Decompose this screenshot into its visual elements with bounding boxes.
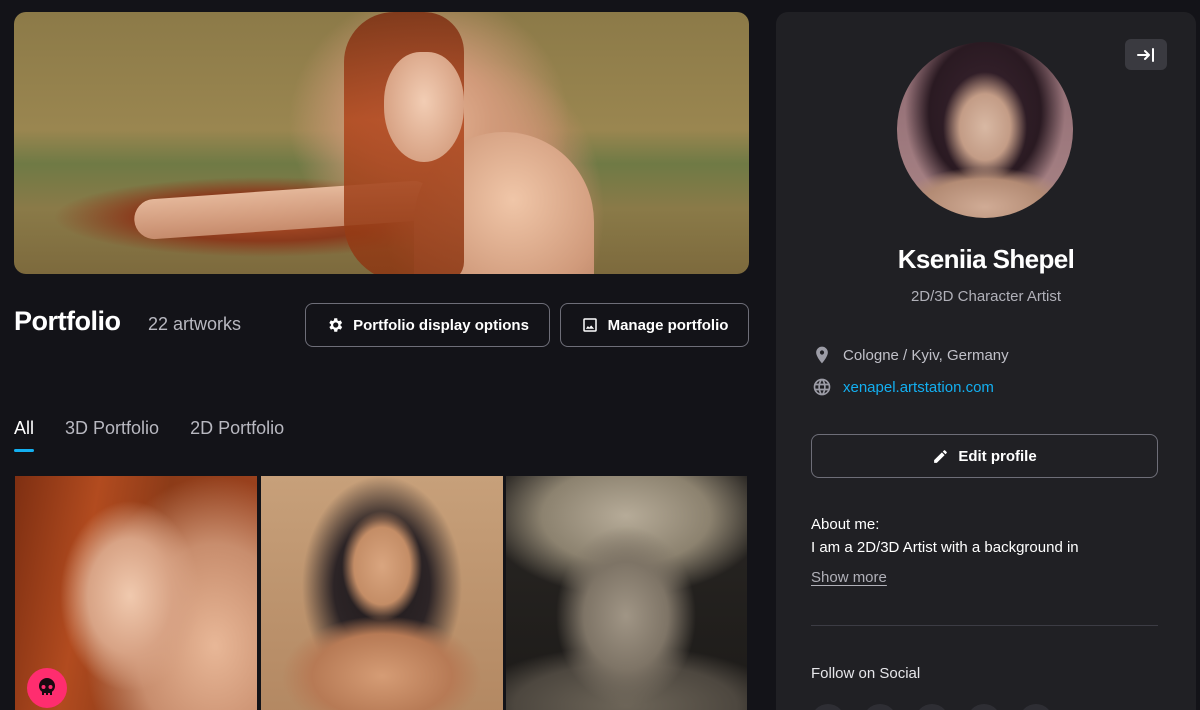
location-text: Cologne / Kyiv, Germany [843,346,1009,364]
tab-all[interactable]: All [14,418,35,452]
portfolio-title: Portfolio [14,306,121,336]
portfolio-display-options-button[interactable]: Portfolio display options [305,303,550,347]
location-row: Cologne / Kyiv, Germany [812,345,1009,365]
about-text: I am a 2D/3D Artist with a background in [811,539,1079,556]
social-link-button[interactable] [915,704,949,710]
manage-portfolio-label: Manage portfolio [607,316,729,334]
edit-profile-button[interactable]: Edit profile [811,434,1158,478]
edit-profile-label: Edit profile [958,447,1037,465]
social-link-button[interactable] [863,704,897,710]
profile-role: 2D/3D Character Artist [910,288,1062,305]
collapse-panel-icon [1137,47,1154,62]
avatar[interactable] [897,42,1073,218]
show-more-link[interactable]: Show more [811,569,887,586]
portfolio-tabs: All 3D Portfolio 2D Portfolio [14,418,315,452]
follow-social-title: Follow on Social [811,665,921,682]
artwork-thumbnail[interactable] [261,476,503,710]
social-links [811,704,1053,710]
website-row[interactable]: xenapel.artstation.com [812,377,994,397]
artwork-count: 22 artworks [148,314,242,334]
about-title: About me: [811,516,880,533]
collapse-panel-button[interactable] [1125,39,1167,70]
gear-icon [329,318,343,332]
artwork-thumbnail[interactable] [506,476,747,710]
tab-2d-portfolio[interactable]: 2D Portfolio [190,418,284,452]
skull-badge-icon [27,668,67,708]
manage-portfolio-button[interactable]: Manage portfolio [560,303,749,347]
profile-cover-banner [14,12,749,274]
image-icon [582,318,597,332]
tab-3d-portfolio[interactable]: 3D Portfolio [65,418,159,452]
social-link-button[interactable] [811,704,845,710]
social-link-button[interactable] [967,704,1001,710]
location-pin-icon [816,346,828,364]
social-link-button[interactable] [1019,704,1053,710]
divider [811,625,1158,626]
pencil-icon [934,449,948,463]
portfolio-display-options-label: Portfolio display options [353,316,529,334]
globe-icon [813,378,831,396]
website-link[interactable]: xenapel.artstation.com [843,379,994,396]
profile-name: Kseniia Shepel [897,244,1075,274]
